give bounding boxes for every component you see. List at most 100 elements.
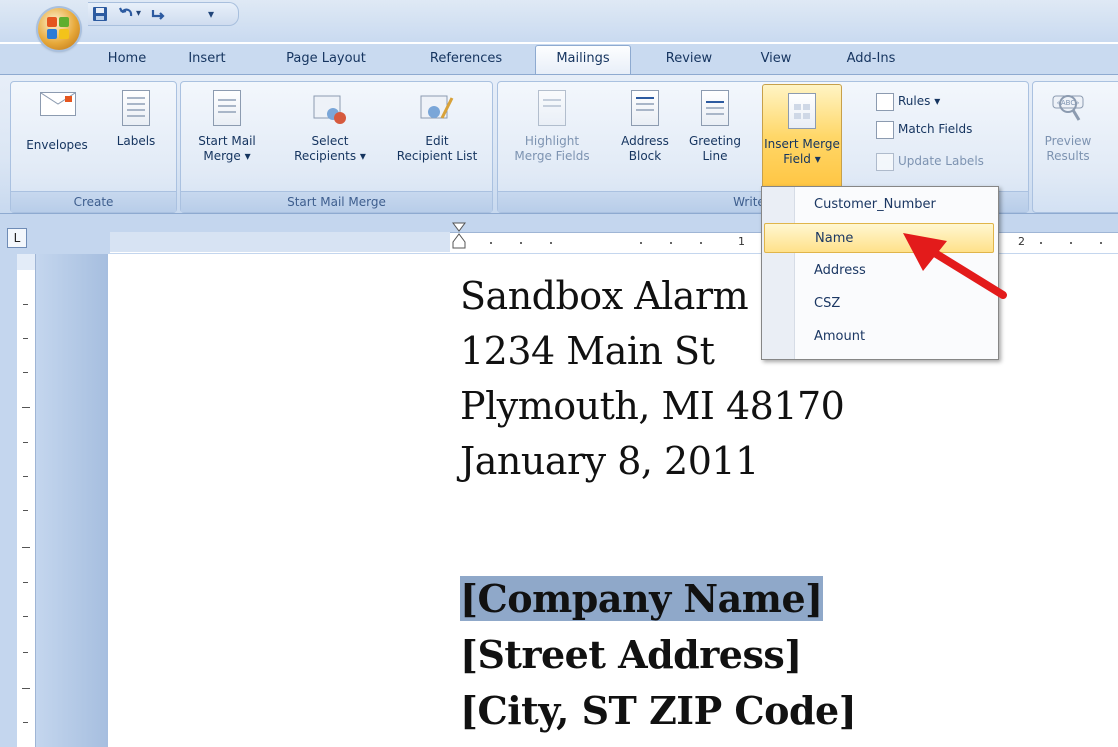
envelopes-button[interactable]: Envelopes (15, 82, 99, 190)
redo-icon[interactable] (150, 6, 166, 22)
document-margin-shade (36, 254, 108, 747)
ruler-tick (640, 242, 642, 244)
ribbon-tabs: Home Insert Page Layout References Maili… (0, 44, 1118, 75)
update-labels-button[interactable]: Update Labels (876, 150, 984, 172)
update-labels-label: Update Labels (898, 154, 984, 168)
rules-button[interactable]: Rules ▾ (876, 90, 940, 112)
envelopes-label: Envelopes (26, 138, 88, 152)
select-recipients-button[interactable]: Select Recipients ▾ (277, 82, 383, 190)
preview-results-icon: «ABC» (1051, 90, 1085, 130)
preview-results-label-2: Results (1046, 149, 1090, 163)
doc-line-company[interactable]: Sandbox Alarm (460, 274, 749, 318)
doc-line-date[interactable]: January 8, 2011 (460, 439, 759, 483)
address-block-label-2: Block (628, 149, 662, 163)
vertical-ruler-margin (17, 254, 35, 270)
ruler-number: 2 (1018, 235, 1025, 248)
update-labels-icon (876, 152, 894, 171)
ruler-tick (23, 582, 28, 583)
match-fields-button[interactable]: Match Fields (876, 118, 972, 140)
ruler-tick (670, 242, 672, 244)
ruler-tick (23, 722, 28, 723)
preview-results-label-1: Preview (1044, 134, 1092, 148)
ruler-tick (23, 476, 28, 477)
tab-review[interactable]: Review (652, 46, 726, 72)
select-recipients-label-2: Recipients ▾ (294, 149, 366, 163)
greeting-line-button[interactable]: Greeting Line (682, 82, 748, 190)
ruler-number: 1 (738, 235, 745, 248)
insert-merge-field-label-1: Insert Merge (764, 137, 840, 151)
edit-recipient-list-label-1: Edit (425, 134, 449, 148)
ruler-tick (490, 242, 492, 244)
doc-line-city[interactable]: Plymouth, MI 48170 (460, 384, 845, 428)
rules-label: Rules ▾ (898, 94, 941, 108)
tab-insert[interactable]: Insert (176, 46, 238, 72)
ruler-tick (23, 652, 28, 653)
address-block-button[interactable]: Address Block (612, 82, 678, 190)
edit-recipient-list-button[interactable]: Edit Recipient List (387, 82, 487, 190)
group-create-label: Create (11, 191, 176, 212)
ruler-tick (550, 242, 552, 244)
vertical-ruler[interactable] (17, 254, 36, 747)
start-mail-merge-label-1: Start Mail (198, 134, 256, 148)
preview-results-button[interactable]: «ABC» Preview Results (1035, 82, 1101, 190)
ruler-tick (22, 407, 30, 408)
annotation-arrow-icon (895, 225, 1015, 309)
highlight-merge-fields-button[interactable]: Highlight Merge Fields (502, 82, 602, 190)
tab-references[interactable]: References (410, 46, 522, 72)
customize-qat-icon[interactable]: ▾ (208, 6, 214, 22)
insert-merge-field-label-2: Field ▾ (783, 152, 821, 166)
highlight-merge-fields-icon (538, 90, 566, 126)
ruler-tick (520, 242, 522, 244)
rules-icon (876, 92, 894, 111)
labels-label: Labels (116, 134, 156, 148)
doc-placeholder-city-zip[interactable]: [City, ST ZIP Code] (460, 688, 857, 733)
ruler-tick (22, 688, 30, 689)
start-mail-merge-button[interactable]: Start Mail Merge ▾ (185, 82, 269, 190)
labels-button[interactable]: Labels (105, 82, 167, 190)
select-recipients-icon (313, 90, 347, 130)
office-logo-icon (47, 17, 71, 41)
edit-recipient-list-icon (420, 90, 454, 130)
undo-icon[interactable] (118, 6, 134, 22)
greeting-line-label-2: Line (702, 149, 728, 163)
address-block-icon (631, 90, 659, 126)
ruler-tick (22, 547, 30, 548)
greeting-line-label-1: Greeting (689, 134, 741, 148)
match-fields-icon (876, 120, 894, 139)
quick-access-toolbar: ▾ ▾ (88, 2, 239, 26)
tab-selector-button[interactable]: L (7, 228, 27, 248)
doc-placeholder-company-name[interactable]: [Company Name] (460, 576, 823, 621)
ruler-tick (23, 510, 28, 511)
selected-text[interactable]: [Company Name] (460, 576, 823, 621)
menu-item-amount[interactable]: Amount (764, 322, 994, 352)
ruler-tick (23, 304, 28, 305)
insert-merge-field-icon (788, 93, 816, 129)
tab-page-layout[interactable]: Page Layout (270, 46, 382, 72)
save-icon[interactable] (92, 6, 108, 22)
ruler-tick (1040, 242, 1042, 244)
group-create: Envelopes Labels Create (10, 81, 177, 213)
tab-add-ins[interactable]: Add-Ins (828, 46, 914, 72)
ruler-tick (23, 616, 28, 617)
doc-placeholder-street-address[interactable]: [Street Address] (460, 632, 802, 677)
edit-recipient-list-label-2: Recipient List (396, 149, 478, 163)
greeting-line-icon (701, 90, 729, 126)
tab-view[interactable]: View (746, 46, 806, 72)
office-button[interactable] (38, 8, 80, 50)
group-start-mail-merge: Start Mail Merge ▾ Select Recipients ▾ E… (180, 81, 493, 213)
doc-line-street[interactable]: 1234 Main St (460, 329, 715, 373)
indent-marker[interactable] (452, 222, 466, 258)
envelope-icon (40, 92, 76, 116)
ruler-tick (1100, 242, 1102, 244)
ruler-tick (23, 442, 28, 443)
start-mail-merge-icon (213, 90, 241, 126)
insert-merge-field-button[interactable]: Insert Merge Field ▾ (762, 84, 842, 190)
tab-home[interactable]: Home (96, 46, 158, 72)
labels-icon (122, 90, 150, 126)
undo-dropdown-icon[interactable]: ▾ (136, 6, 141, 22)
menu-item-customer-number[interactable]: Customer_Number (764, 190, 994, 220)
ruler-tick (700, 242, 702, 244)
tab-mailings[interactable]: Mailings (535, 45, 631, 75)
start-mail-merge-label-2: Merge ▾ (203, 149, 251, 163)
match-fields-label: Match Fields (898, 122, 973, 136)
